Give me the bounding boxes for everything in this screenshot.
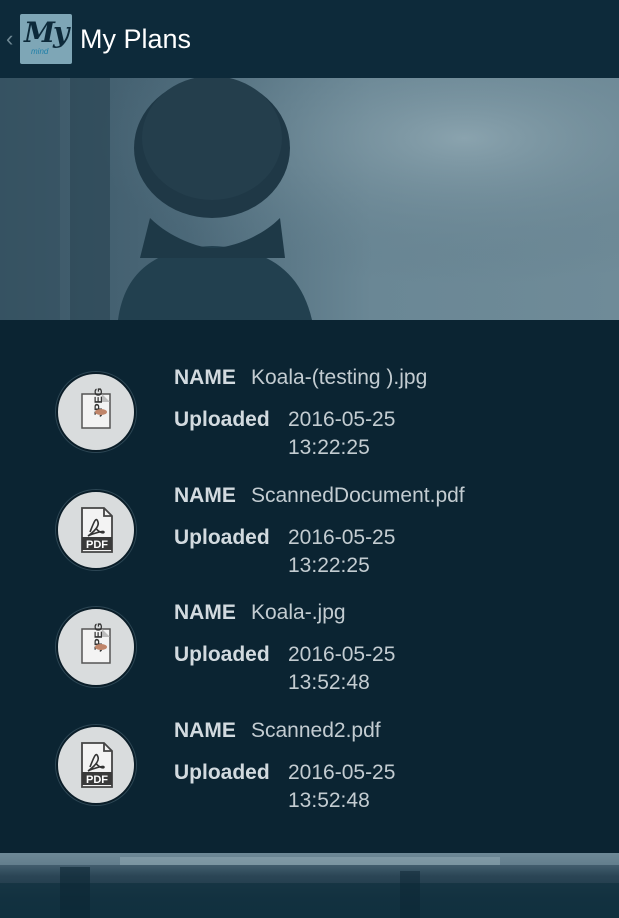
name-label: NAME [174, 366, 236, 389]
upload-date: 2016-05-25 [288, 643, 396, 666]
hero-image [0, 78, 619, 320]
uploaded-label: Uploaded [174, 643, 270, 666]
file-name: Koala-.jpg [251, 601, 346, 624]
upload-time: 13:52:48 [288, 671, 370, 694]
page-title: My Plans [80, 24, 192, 54]
pdf-file-icon: PDF [56, 725, 136, 805]
chevron-left-icon[interactable]: ‹ [6, 28, 13, 50]
footer-texture [0, 853, 619, 918]
logo-text: My [24, 16, 69, 49]
svg-text:PDF: PDF [86, 774, 108, 786]
footer-image [0, 853, 619, 918]
file-name: Koala-(testing ).jpg [251, 366, 428, 389]
upload-date: 2016-05-25 [288, 526, 396, 549]
uploaded-label: Uploaded [174, 408, 270, 431]
uploaded-label: Uploaded [174, 526, 270, 549]
list-item[interactable]: JPEG NAME Koala-.jpg Uploaded 2016-05-25… [0, 587, 619, 705]
file-name: Scanned2.pdf [251, 719, 381, 742]
hero-silhouette [0, 78, 619, 320]
jpeg-file-icon: JPEG [56, 372, 136, 452]
file-name: ScannedDocument.pdf [251, 484, 465, 507]
name-label: NAME [174, 484, 236, 507]
pdf-file-icon: PDF [56, 490, 136, 570]
svg-text:PDF: PDF [86, 539, 108, 551]
upload-date: 2016-05-25 [288, 408, 396, 431]
logo-subtext: mind [31, 47, 49, 56]
file-list: JPEG NAME Koala-(testing ).jpg Uploaded … [0, 320, 619, 853]
upload-time: 13:22:25 [288, 436, 370, 459]
list-item[interactable]: PDF NAME Scanned2.pdf Uploaded 2016-05-2… [0, 705, 619, 823]
upload-time: 13:52:48 [288, 789, 370, 812]
upload-date: 2016-05-25 [288, 761, 396, 784]
list-item[interactable]: JPEG NAME Koala-(testing ).jpg Uploaded … [0, 352, 619, 470]
app-bar: ‹ My mind My Plans [0, 0, 619, 78]
name-label: NAME [174, 719, 236, 742]
upload-time: 13:22:25 [288, 554, 370, 577]
jpeg-file-icon: JPEG [56, 607, 136, 687]
list-item[interactable]: PDF NAME ScannedDocument.pdf Uploaded 20… [0, 470, 619, 588]
name-label: NAME [174, 601, 236, 624]
app-logo[interactable]: My mind [20, 14, 72, 64]
uploaded-label: Uploaded [174, 761, 270, 784]
